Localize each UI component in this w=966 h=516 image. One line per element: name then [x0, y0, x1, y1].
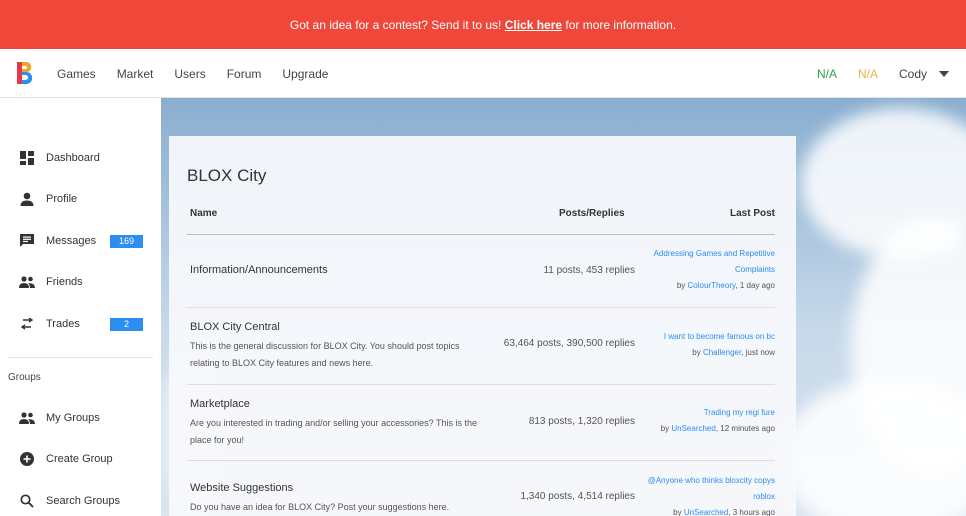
- forum-stats: 813 posts, 1,320 replies: [528, 416, 635, 427]
- last-post-time: , 12 minutes ago: [715, 424, 775, 433]
- banner-link[interactable]: Click here: [505, 18, 562, 32]
- forum-name-link[interactable]: Marketplace: [190, 398, 250, 410]
- blox-city-logo[interactable]: [14, 61, 34, 85]
- last-post-user-link[interactable]: Challenger: [703, 348, 741, 357]
- sidebar-item-label: My Groups: [46, 412, 100, 424]
- last-post-time: , 3 hours ago: [728, 508, 775, 516]
- banner-text-after: for more information.: [565, 17, 677, 32]
- sidebar-item-create-group[interactable]: Create Group: [0, 444, 161, 474]
- sidebar-item-label: Search Groups: [46, 495, 120, 507]
- banner-text: Got an idea for a contest? Send it to us…: [289, 17, 502, 32]
- nav-market[interactable]: Market: [117, 67, 154, 81]
- last-post-user-link[interactable]: UnSearched: [684, 508, 728, 516]
- last-post-title-link[interactable]: Addressing Games and Repetitive Complain…: [625, 246, 775, 278]
- sidebar-item-label: Dashboard: [46, 152, 100, 164]
- sidebar-item-dashboard[interactable]: Dashboard: [0, 143, 161, 173]
- sidebar-item-label: Trades: [46, 318, 80, 330]
- last-post: Trading my regi fure by UnSearched, 12 m…: [625, 405, 775, 437]
- sidebar-item-my-groups[interactable]: My Groups: [0, 403, 161, 433]
- forum-stats: 1,340 posts, 4,514 replies: [520, 491, 635, 502]
- sidebar-divider: [8, 357, 153, 358]
- sidebar-item-search-groups[interactable]: Search Groups: [0, 486, 161, 516]
- plus-circle-icon: [19, 451, 35, 467]
- forum-row: Marketplace Are you interested in tradin…: [187, 385, 775, 461]
- forum-description: This is the general discussion for BLOX …: [190, 341, 460, 368]
- sidebar-groups-heading: Groups: [8, 372, 41, 383]
- last-post-by: by: [660, 424, 670, 433]
- forum-row: Website Suggestions Do you have an idea …: [187, 461, 775, 516]
- last-post-user-link[interactable]: ColourTheory: [688, 281, 736, 290]
- nav-forum[interactable]: Forum: [227, 67, 262, 81]
- last-post-by: by: [673, 508, 682, 516]
- last-post-time: , just now: [741, 348, 775, 357]
- column-header-name: Name: [190, 208, 218, 219]
- nav-games[interactable]: Games: [57, 67, 96, 81]
- last-post-title-link[interactable]: @Anyone who thinks bloxcity copys roblox: [625, 473, 775, 505]
- column-header-posts: Posts/Replies: [559, 208, 625, 219]
- forum-row: BLOX City Central This is the general di…: [187, 308, 775, 385]
- user-menu-name[interactable]: Cody: [899, 67, 927, 81]
- last-post-time: , 1 day ago: [735, 281, 775, 290]
- messages-count-badge: 169: [110, 234, 143, 248]
- groups-icon: [19, 410, 35, 426]
- last-post: @Anyone who thinks bloxcity copys roblox…: [625, 473, 775, 516]
- friends-icon: [19, 274, 35, 290]
- page-title: BLOX City: [187, 166, 267, 185]
- top-navbar: Games Market Users Forum Upgrade N/A N/A…: [0, 49, 966, 98]
- search-icon: [19, 493, 35, 509]
- nav-users[interactable]: Users: [174, 67, 205, 81]
- forum-row: Information/Announcements 11 posts, 453 …: [187, 235, 775, 308]
- last-post: I want to become famous on bc by Challen…: [625, 329, 775, 361]
- last-post-title-link[interactable]: Trading my regi fure: [625, 405, 775, 421]
- contest-banner: Got an idea for a contest? Send it to us…: [0, 0, 966, 49]
- last-post-by: by: [692, 348, 701, 357]
- last-post-title-link[interactable]: I want to become famous on bc: [625, 329, 775, 345]
- trades-count-badge: 2: [110, 317, 143, 331]
- forum-name-link[interactable]: BLOX City Central: [190, 321, 280, 333]
- forum-card: BLOX City Name Posts/Replies Last Post I…: [169, 136, 796, 516]
- forum-description: Do you have an idea for BLOX City? Post …: [190, 502, 450, 512]
- forum-stats: 11 posts, 453 replies: [543, 265, 635, 276]
- trade-arrows-icon: [19, 316, 35, 332]
- sidebar-item-label: Profile: [46, 193, 78, 205]
- sidebar-item-friends[interactable]: Friends: [0, 267, 161, 297]
- currency-coins: N/A: [857, 66, 878, 81]
- person-icon: [19, 191, 35, 207]
- last-post-user-link[interactable]: UnSearched: [671, 424, 715, 433]
- forum-name-link[interactable]: Website Suggestions: [190, 482, 293, 494]
- nav-upgrade[interactable]: Upgrade: [282, 67, 328, 81]
- sidebar-item-label: Messages: [46, 235, 97, 247]
- dashboard-icon: [19, 150, 35, 166]
- last-post: Addressing Games and Repetitive Complain…: [625, 246, 775, 294]
- column-header-last-post: Last Post: [729, 208, 775, 219]
- sidebar-item-messages[interactable]: Messages 169: [0, 226, 161, 256]
- forum-stats: 63,464 posts, 390,500 replies: [503, 338, 635, 349]
- sidebar: Dashboard Profile Messages 169 Friends T…: [0, 98, 161, 516]
- sidebar-item-label: Friends: [46, 276, 83, 288]
- message-icon: [19, 233, 35, 249]
- chevron-down-icon[interactable]: [939, 70, 949, 77]
- currency-cash: N/A: [816, 66, 837, 81]
- forum-description: Are you interested in trading and/or sel…: [190, 418, 477, 445]
- forum-name-link[interactable]: Information/Announcements: [190, 264, 328, 276]
- sidebar-item-profile[interactable]: Profile: [0, 184, 161, 214]
- sidebar-item-trades[interactable]: Trades 2: [0, 309, 161, 339]
- last-post-by: by: [676, 281, 686, 290]
- sidebar-item-label: Create Group: [46, 453, 113, 465]
